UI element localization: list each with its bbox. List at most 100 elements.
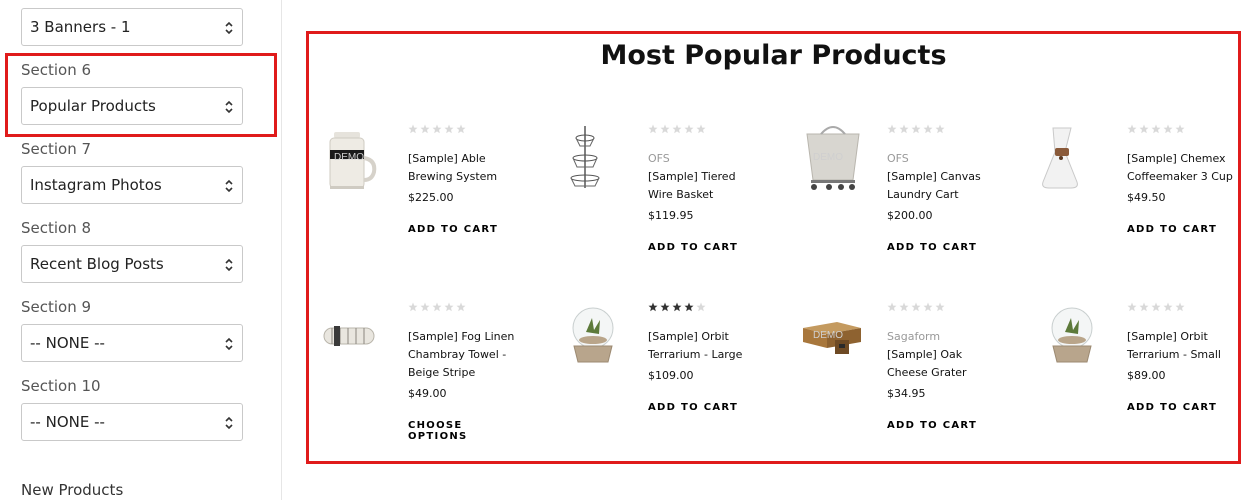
section-10-value: -- NONE -- (30, 413, 105, 431)
product-info: Sagaform [Sample] Oak Cheese Grater $34.95… (887, 302, 995, 431)
star-icon (420, 302, 430, 312)
product-image[interactable]: DEMO (320, 124, 390, 194)
product-name[interactable]: [Sample] Tiered Wire Basket (648, 168, 756, 204)
add-to-cart-button[interactable]: ADD TO CART (887, 420, 995, 431)
banner-select-value: 3 Banners - 1 (30, 18, 131, 36)
section-8-label: Section 8 (21, 219, 92, 237)
product-name[interactable]: [Sample] Fog Linen Chambray Towel - Beig… (408, 328, 516, 382)
towel-icon (323, 326, 375, 346)
star-icon (408, 124, 418, 134)
star-icon (1163, 124, 1173, 134)
section-8-select[interactable]: Recent Blog Posts (21, 245, 243, 283)
add-to-cart-button[interactable]: ADD TO CART (1127, 224, 1239, 235)
section-title: Most Popular Products (600, 40, 947, 71)
add-to-cart-button[interactable]: ADD TO CART (887, 242, 995, 253)
star-icon (444, 302, 454, 312)
section-7-select[interactable]: Instagram Photos (21, 166, 243, 204)
section-6-highlight (5, 53, 277, 137)
chemex-icon (1042, 127, 1078, 189)
section-8-value: Recent Blog Posts (30, 255, 164, 273)
product-image[interactable] (560, 124, 630, 194)
product-brand: OFS (887, 152, 909, 165)
star-icon (696, 302, 706, 312)
add-to-cart-button[interactable]: ADD TO CART (1127, 402, 1239, 413)
banner-select[interactable]: 3 Banners - 1 (21, 8, 243, 46)
add-to-cart-button[interactable]: ADD TO CART (648, 402, 756, 413)
rating-stars (887, 124, 995, 136)
product-brand: Sagaform (887, 330, 941, 343)
product-card[interactable]: DEMO Sagaform [Sample] Oak Cheese Grater $3… (799, 302, 1029, 462)
product-info: [Sample] Orbit Terrarium - Large $109.00 A… (648, 302, 756, 413)
section-10-select[interactable]: -- NONE -- (21, 403, 243, 441)
product-brand: OFS (648, 152, 670, 165)
product-price: $49.50 (1127, 191, 1166, 204)
demo-watermark: DEMO (334, 152, 364, 163)
product-info: [Sample] Chemex Coffeemaker 3 Cup $49.50 A… (1127, 124, 1239, 235)
product-card[interactable]: OFS [Sample] Tiered Wire Basket $119.95 ADD… (560, 124, 790, 284)
star-icon (1139, 124, 1149, 134)
product-name[interactable]: [Sample] Able Brewing System (408, 150, 516, 186)
rating-stars (648, 124, 756, 136)
product-card[interactable]: [Sample] Orbit Terrarium - Small $89.00 AD… (1039, 302, 1251, 462)
section-9-value: -- NONE -- (30, 334, 105, 352)
star-icon (1151, 124, 1161, 134)
star-icon (935, 302, 945, 312)
product-card[interactable]: [Sample] Orbit Terrarium - Large $109.00 A… (560, 302, 790, 462)
star-icon (408, 302, 418, 312)
star-icon (899, 124, 909, 134)
add-to-cart-button[interactable]: ADD TO CART (648, 242, 756, 253)
product-name[interactable]: [Sample] Orbit Terrarium - Small (1127, 328, 1239, 364)
star-icon (696, 124, 706, 134)
section-10-label: Section 10 (21, 377, 101, 395)
product-price: $49.00 (408, 387, 447, 400)
star-icon (899, 302, 909, 312)
product-info: OFS [Sample] Tiered Wire Basket $119.95 ADD… (648, 124, 756, 253)
product-info: [Sample] Able Brewing System $225.00 ADD T… (408, 124, 516, 235)
section-7-value: Instagram Photos (30, 176, 162, 194)
product-card[interactable]: [Sample] Fog Linen Chambray Towel - Beig… (320, 302, 550, 462)
star-icon (935, 124, 945, 134)
star-icon (648, 302, 658, 312)
product-image[interactable] (1039, 302, 1109, 372)
section-9-label: Section 9 (21, 298, 92, 316)
product-card[interactable]: DEMO [Sample] Able Brewing System $225.00 A… (320, 124, 550, 284)
choose-options-button[interactable]: CHOOSE OPTIONS (408, 420, 516, 442)
star-icon (1127, 124, 1137, 134)
product-image[interactable] (1039, 124, 1109, 194)
star-icon (684, 302, 694, 312)
select-arrows-icon (225, 179, 233, 193)
star-icon (456, 302, 466, 312)
star-icon (660, 124, 670, 134)
star-icon (432, 124, 442, 134)
star-icon (444, 124, 454, 134)
rating-stars (1127, 302, 1239, 314)
product-image[interactable]: DEMO (799, 124, 869, 194)
select-arrows-icon (225, 337, 233, 351)
product-name[interactable]: [Sample] Chemex Coffeemaker 3 Cup (1127, 150, 1239, 186)
rating-stars (1127, 124, 1239, 136)
product-name[interactable]: [Sample] Orbit Terrarium - Large (648, 328, 756, 364)
product-image[interactable]: DEMO (799, 302, 869, 372)
star-icon (648, 124, 658, 134)
product-name[interactable]: [Sample] Canvas Laundry Cart (887, 168, 995, 204)
product-card[interactable]: [Sample] Chemex Coffeemaker 3 Cup $49.50 A… (1039, 124, 1251, 284)
product-name[interactable]: [Sample] Oak Cheese Grater (887, 346, 995, 382)
product-price: $89.00 (1127, 369, 1166, 382)
rating-stars (408, 302, 516, 314)
product-price: $225.00 (408, 191, 454, 204)
star-icon (672, 124, 682, 134)
star-icon (923, 124, 933, 134)
product-image[interactable] (560, 302, 630, 372)
add-to-cart-button[interactable]: ADD TO CART (408, 224, 516, 235)
product-info: [Sample] Orbit Terrarium - Small $89.00 AD… (1127, 302, 1239, 413)
star-icon (887, 302, 897, 312)
product-card[interactable]: DEMO OFS [Sample] Canvas Laundry Cart $200.… (799, 124, 1029, 284)
terrarium-icon (1051, 307, 1093, 363)
terrarium-icon (572, 307, 614, 363)
star-icon (672, 302, 682, 312)
star-icon (923, 302, 933, 312)
star-icon (1151, 302, 1161, 312)
section-9-select[interactable]: -- NONE -- (21, 324, 243, 362)
star-icon (911, 302, 921, 312)
product-image[interactable] (320, 302, 390, 372)
